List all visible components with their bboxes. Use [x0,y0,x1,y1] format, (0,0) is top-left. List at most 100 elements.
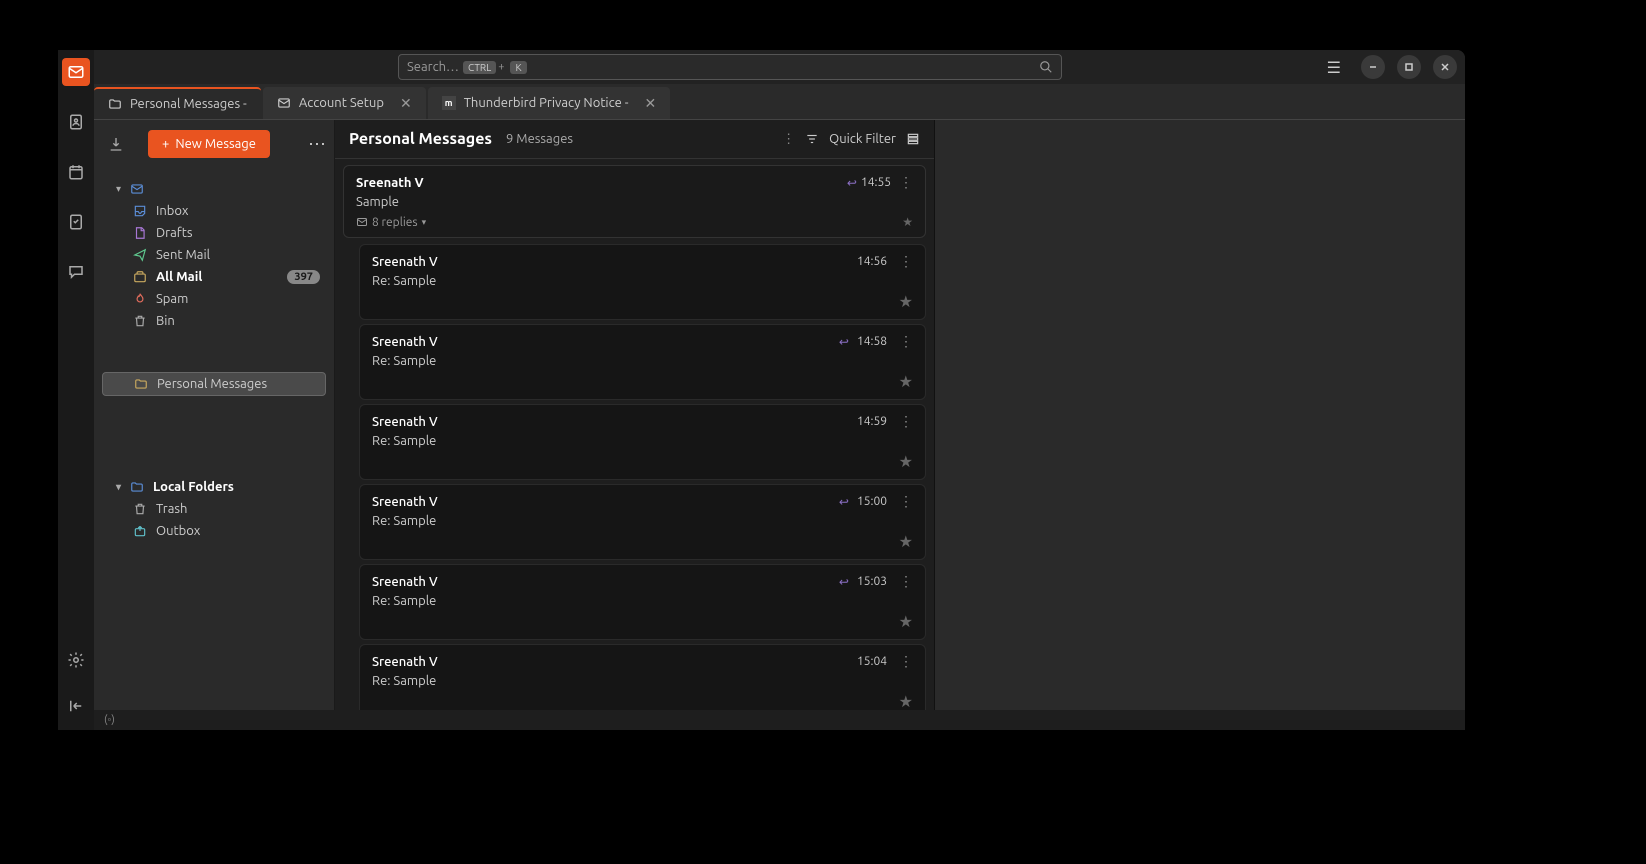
message-item[interactable]: Sreenath V ↩ 15:03 ⋮ Re: Sample ★ [359,564,926,640]
tab-account-setup[interactable]: Account Setup ✕ [263,87,426,119]
menu-button[interactable]: ☰ [1327,58,1341,77]
message-item[interactable]: Sreenath V↩14:58⋮Re: Sample★ [359,324,926,400]
kbd-k: K [510,61,526,74]
msg-more-icon[interactable]: ⋮ [899,413,913,430]
msg-more-icon[interactable]: ⋮ [899,573,913,590]
statusbar: (◦) [94,710,1465,730]
tree-label: Drafts [156,226,192,240]
sidebar-item-spam[interactable]: Spam [102,288,326,310]
star-icon[interactable]: ★ [899,532,913,551]
more-button[interactable]: ⋯ [308,134,326,155]
star-icon[interactable]: ★ [899,292,913,311]
minimize-button[interactable] [1361,55,1385,79]
sidebar-item-bin[interactable]: Bin [102,310,326,332]
sidebar-item-outbox[interactable]: Outbox [102,520,326,542]
sidebar-item-personal-messages[interactable]: Personal Messages [102,372,326,396]
msg-more-icon[interactable]: ⋮ [899,493,913,510]
tree-label: Local Folders [153,480,234,494]
msg-time: 15:00 [857,495,887,508]
close-button[interactable] [1433,55,1457,79]
new-message-label: New Message [175,137,256,151]
trash-icon [132,314,148,328]
global-search[interactable]: Search… CTRL + K [398,54,1062,80]
msg-sender: Sreenath V [372,655,438,669]
replied-icon: ↩ [839,575,849,589]
star-icon[interactable]: ★ [899,452,913,471]
titlebar: Search… CTRL + K ☰ [94,50,1465,84]
quick-filter-icon[interactable] [805,132,819,146]
tasks-space[interactable] [62,208,90,236]
star-icon[interactable]: ★ [902,215,913,229]
message-item[interactable]: Sreenath V↩15:00⋮Re: Sample★ [359,484,926,560]
msg-subject: Sample [356,195,913,209]
message-item[interactable]: Sreenath V14:59⋮Re: Sample★ [359,404,926,480]
close-icon[interactable]: ✕ [645,95,657,112]
msg-subject: Re: Sample [372,354,913,368]
inbox-icon [132,204,148,218]
replied-icon: ↩ [847,176,857,190]
local-folders-row[interactable]: ▾ Local Folders [102,476,326,498]
message-thread[interactable]: Sreenath V ↩ 14:55 ⋮ Sample 8 replies ▾ … [343,165,926,238]
drafts-icon [132,226,148,240]
msg-subject: Re: Sample [372,594,913,608]
mail-space[interactable] [62,58,90,86]
maximize-button[interactable] [1397,55,1421,79]
mail-icon [277,96,291,110]
chevron-down-icon: ▾ [116,183,121,195]
star-icon[interactable]: ★ [899,612,913,631]
calendar-space[interactable] [62,158,90,186]
folder-icon [108,97,122,111]
sidebar-item-all-mail[interactable]: All Mail397 [102,266,326,288]
star-icon[interactable]: ★ [899,372,913,391]
filter-icon[interactable]: ⋮ [782,132,795,147]
message-item[interactable]: Sreenath V15:04⋮Re: Sample★ [359,644,926,710]
spaces-toolbar [58,50,94,730]
addressbook-space[interactable] [62,108,90,136]
msg-sender: Sreenath V [372,575,438,589]
quick-filter-label[interactable]: Quick Filter [829,132,896,146]
plus-icon: + [162,137,169,151]
chevron-down-icon: ▾ [116,481,121,493]
allmail-icon [132,270,148,284]
msg-subject: Re: Sample [372,434,913,448]
msg-more-icon[interactable]: ⋮ [899,333,913,350]
msglist-header: Personal Messages 9 Messages ⋮ Quick Fil… [335,120,934,159]
replied-icon: ↩ [839,495,849,509]
unread-badge: 397 [287,270,320,284]
sidebar-item-sent-mail[interactable]: Sent Mail [102,244,326,266]
message-item[interactable]: Sreenath V14:56⋮Re: Sample★ [359,244,926,320]
replies-count[interactable]: 8 replies [372,216,418,229]
get-messages-button[interactable] [108,136,124,152]
close-icon[interactable]: ✕ [400,95,412,112]
tab-label: Personal Messages - [130,97,247,111]
new-message-button[interactable]: + New Message [148,130,270,158]
folder-title: Personal Messages [349,130,492,148]
tree-label: Personal Messages [157,377,267,391]
sidebar-item-inbox[interactable]: Inbox [102,200,326,222]
msg-more-icon[interactable]: ⋮ [899,653,913,670]
msg-sender: Sreenath V [372,255,438,269]
tab-personal-messages[interactable]: Personal Messages - [94,87,261,119]
chat-space[interactable] [62,258,90,286]
display-options-icon[interactable] [906,132,920,146]
tab-bar: Personal Messages - Account Setup ✕ m Th… [94,84,1465,120]
msg-more-icon[interactable]: ⋮ [899,253,913,270]
msg-sender: Sreenath V [372,495,438,509]
msg-time: 15:03 [857,575,887,588]
sidebar-item-trash[interactable]: Trash [102,498,326,520]
settings-space[interactable] [62,646,90,674]
msg-time: 14:56 [857,255,887,268]
msg-time: 14:55 [861,176,891,189]
folder-icon [133,377,149,391]
msg-more-icon[interactable]: ⋮ [899,174,913,191]
search-icon [1039,60,1053,74]
sync-icon: (◦) [104,714,115,726]
collapse-icon[interactable] [62,692,90,720]
tab-privacy-notice[interactable]: m Thunderbird Privacy Notice - ✕ [428,87,671,119]
account-row[interactable]: ▾ [102,178,326,200]
sidebar-item-drafts[interactable]: Drafts [102,222,326,244]
message-preview [935,120,1465,710]
msg-time: 15:04 [857,655,887,668]
star-icon[interactable]: ★ [899,692,913,710]
kbd-ctrl: CTRL [463,61,496,74]
